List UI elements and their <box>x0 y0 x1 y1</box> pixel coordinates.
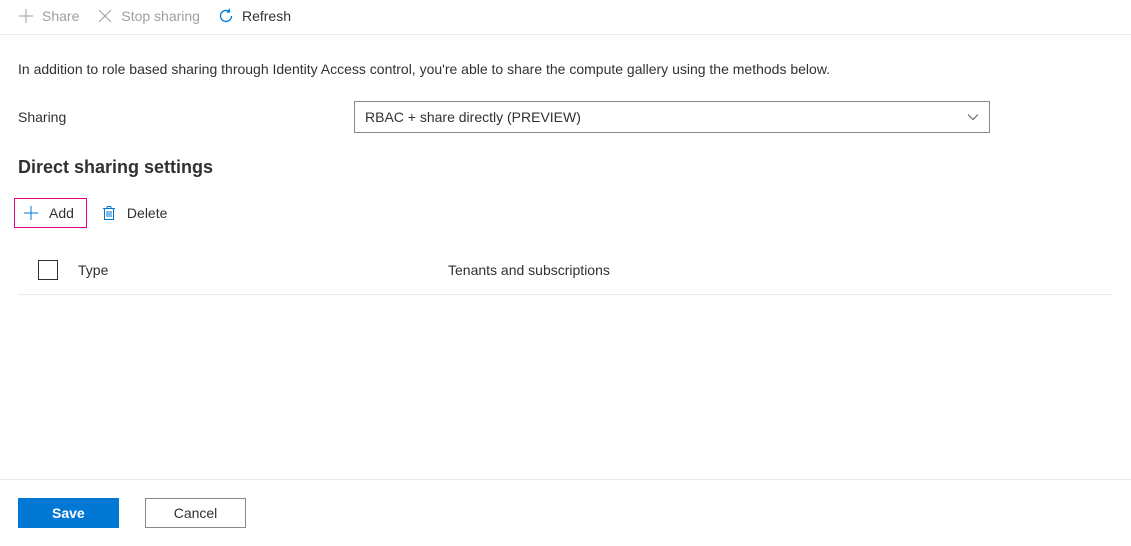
delete-button[interactable]: Delete <box>97 199 179 227</box>
plus-icon <box>23 205 39 221</box>
select-all-cell <box>18 260 78 280</box>
share-button[interactable]: Share <box>18 8 79 24</box>
select-all-checkbox[interactable] <box>38 260 58 280</box>
table-header: Type Tenants and subscriptions <box>18 260 1113 295</box>
sharing-select[interactable]: RBAC + share directly (PREVIEW) <box>354 101 990 133</box>
chevron-down-icon <box>967 111 979 123</box>
refresh-button[interactable]: Refresh <box>218 8 291 24</box>
refresh-label: Refresh <box>242 8 291 24</box>
sharing-label: Sharing <box>18 109 354 125</box>
share-label: Share <box>42 8 79 24</box>
sharing-table: Type Tenants and subscriptions <box>18 260 1113 295</box>
sharing-select-value: RBAC + share directly (PREVIEW) <box>365 109 581 125</box>
type-column-header: Type <box>78 262 448 278</box>
refresh-icon <box>218 8 234 24</box>
description-text: In addition to role based sharing throug… <box>0 35 1131 77</box>
delete-label: Delete <box>127 205 167 221</box>
trash-icon <box>101 205 117 221</box>
x-icon <box>97 8 113 24</box>
add-button[interactable]: Add <box>14 198 87 228</box>
stop-sharing-label: Stop sharing <box>121 8 200 24</box>
save-button[interactable]: Save <box>18 498 119 528</box>
sharing-row: Sharing RBAC + share directly (PREVIEW) <box>0 77 1131 133</box>
stop-sharing-button[interactable]: Stop sharing <box>97 8 200 24</box>
plus-icon <box>18 8 34 24</box>
add-label: Add <box>49 205 74 221</box>
section-heading: Direct sharing settings <box>0 133 1131 178</box>
cancel-button[interactable]: Cancel <box>145 498 247 528</box>
toolbar: Share Stop sharing Refresh <box>0 0 1131 35</box>
footer: Save Cancel <box>0 479 1131 546</box>
action-row: Add Delete <box>0 178 1131 228</box>
tenants-column-header: Tenants and subscriptions <box>448 262 610 278</box>
